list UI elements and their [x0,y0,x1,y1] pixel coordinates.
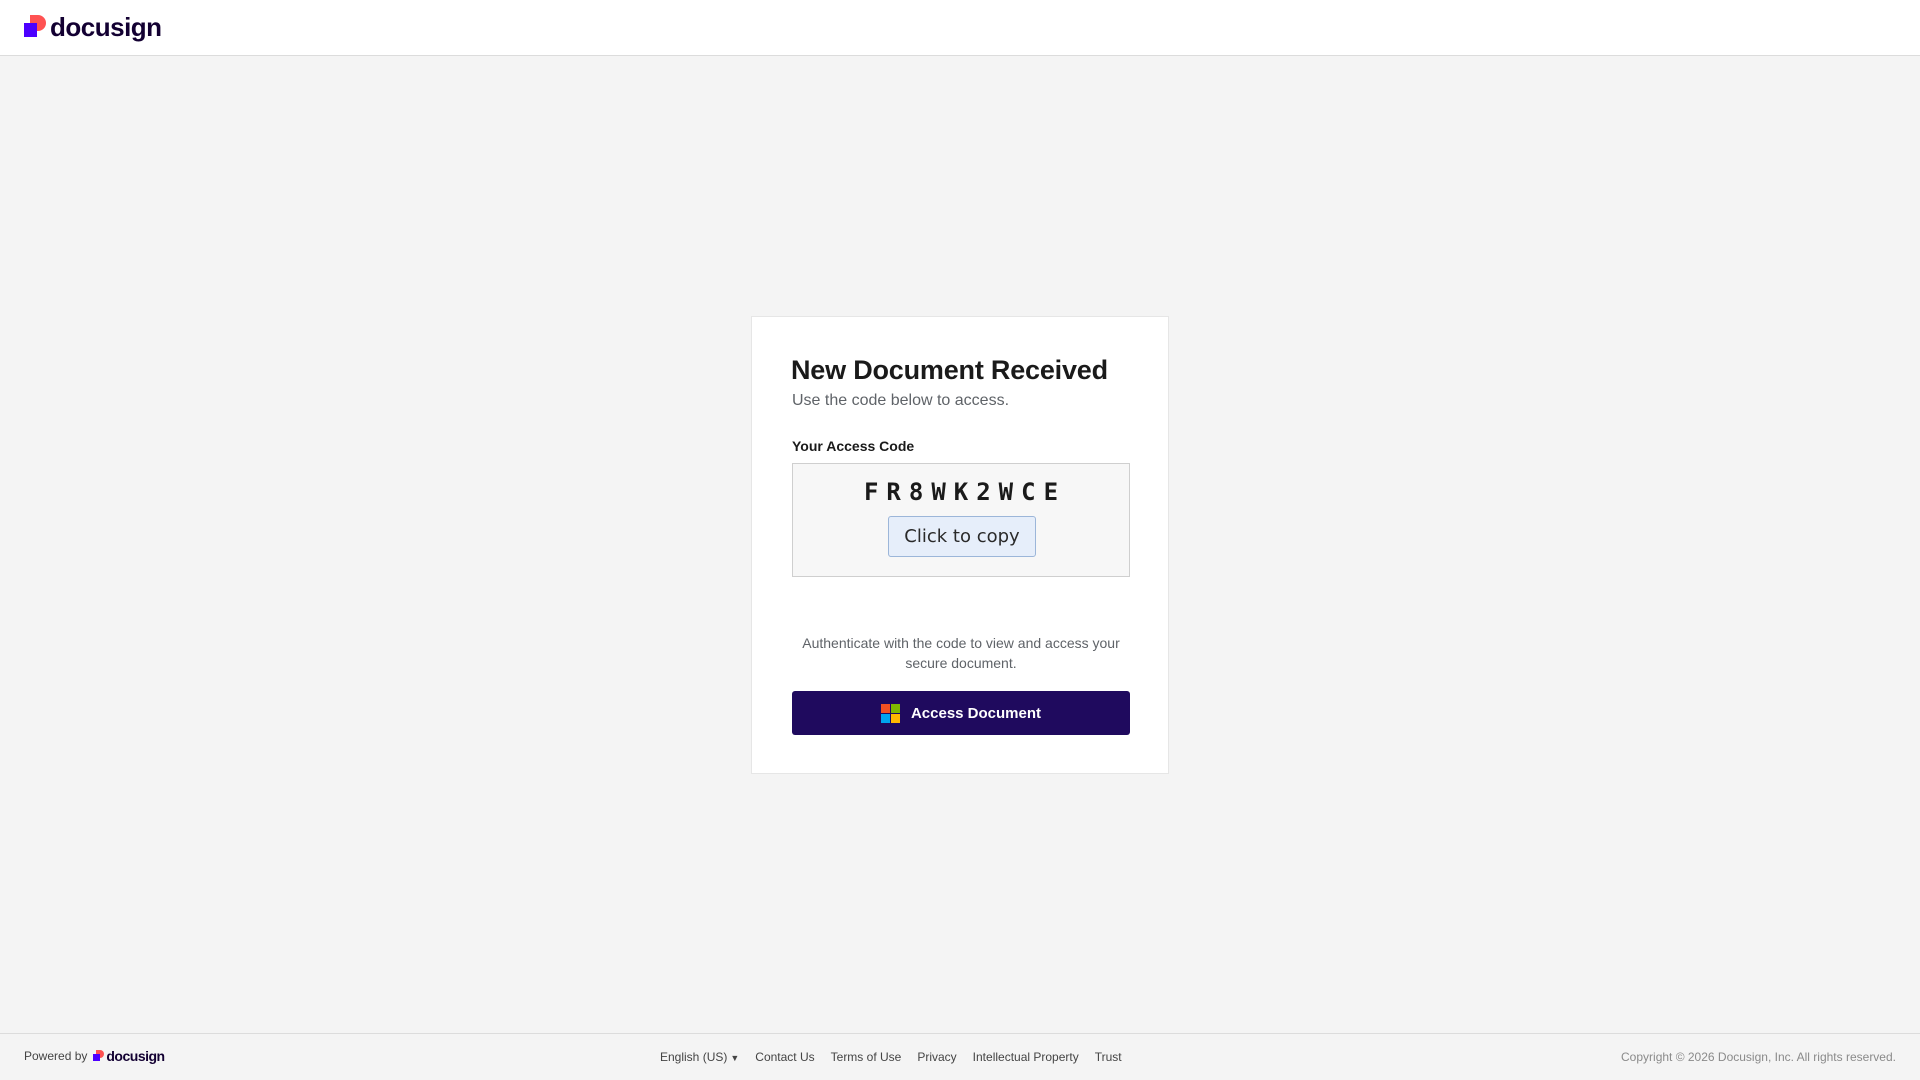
docusign-logo-icon [24,15,46,39]
language-label: English (US) [660,1050,728,1064]
access-code-label: Your Access Code [792,438,915,454]
page-subtitle: Use the code below to access. [792,392,1010,409]
auth-instructions: Authenticate with the code to view and a… [802,635,1120,671]
footer-link-contact-us[interactable]: Contact Us [755,1050,814,1064]
top-header: docusign [0,0,1920,56]
footer-link-privacy[interactable]: Privacy [917,1050,956,1064]
access-card: New Document Received Use the code below… [751,316,1169,774]
footer-logo-text: docusign [106,1048,165,1064]
language-selector[interactable]: English (US) ▼ [660,1050,739,1064]
footer-link-terms-of-use[interactable]: Terms of Use [831,1050,902,1064]
page-footer: Powered by docusign English (US) ▼ Contac… [0,1033,1920,1080]
access-document-label: Access Document [910,704,1042,722]
access-code-value: FR8WK2WCE [863,478,1067,506]
docusign-logo-text: docusign [50,12,162,42]
footer-link-intellectual-property[interactable]: Intellectual Property [973,1050,1079,1064]
page-title: New Document Received [791,355,1108,385]
footer-links: English (US) ▼ Contact Us Terms of Use Pr… [660,1050,1138,1064]
copy-code-button[interactable]: Click to copy [888,516,1036,557]
footer-link-trust[interactable]: Trust [1095,1050,1122,1064]
footer-docusign-logo[interactable]: docusign [93,1048,165,1064]
powered-by-text: Powered by [24,1049,88,1063]
microsoft-icon [880,703,900,723]
access-document-button[interactable]: Access Document [792,691,1130,735]
caret-down-icon: ▼ [730,1053,740,1063]
powered-by: Powered by docusign [24,1049,165,1063]
docusign-logo[interactable]: docusign [24,13,162,41]
access-code-box: FR8WK2WCE Click to copy [792,463,1130,577]
docusign-logo-icon [93,1050,105,1062]
copyright-text: Copyright © 2026 Docusign, Inc. All righ… [1621,1050,1896,1064]
